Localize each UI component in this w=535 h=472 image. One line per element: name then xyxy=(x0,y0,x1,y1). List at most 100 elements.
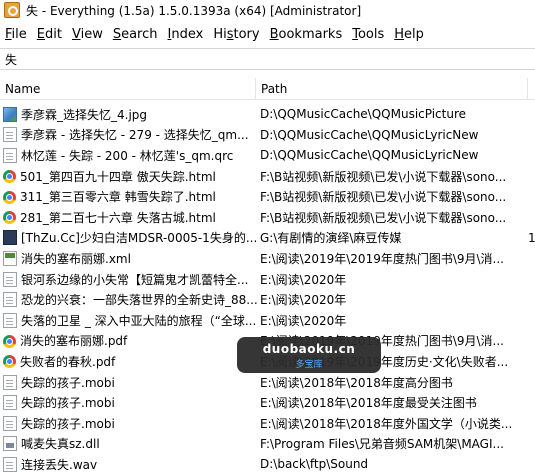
result-name: 501_第四百九十四章 傲天失踪.html xyxy=(20,169,216,184)
result-path: E:\阅读\2020年 xyxy=(260,313,347,328)
result-path: F:\B站视频\新版视频\已发\小说下载器\sono... xyxy=(260,169,507,184)
doc-file-icon xyxy=(3,312,17,328)
menu-index[interactable]: Index xyxy=(163,27,209,42)
column-header-path[interactable]: Path xyxy=(256,78,528,100)
column-header-name-label: Name xyxy=(5,81,41,96)
result-path: E:\阅读\2018年\2018年度高分图书 xyxy=(260,375,453,390)
result-row[interactable]: 林忆莲 - 失踪 - 200 - 林忆莲's_qm.qrc D:\QQMusicC… xyxy=(0,145,535,166)
doc-file-icon xyxy=(3,456,17,472)
menu-help[interactable]: Help xyxy=(389,27,429,42)
doc-file-icon xyxy=(3,127,17,143)
result-name: 281_第二百七十六章 失落古城.html xyxy=(20,210,216,225)
chrome-file-icon xyxy=(3,170,16,184)
result-name: 恐龙的兴衰：一部失落世界的全新史诗_88... xyxy=(21,293,258,308)
menu-view[interactable]: View xyxy=(67,27,108,42)
result-path: F:\B站视频\新版视频\已发\小说下载器\sono... xyxy=(260,190,507,205)
menu-bar: File Edit View Search Index History Bookmarks T… xyxy=(0,23,535,45)
result-name-cell: 失踪的孩子.mobi xyxy=(0,394,258,411)
result-row[interactable]: 连接丢失.wav D:\back\ftp\Sound xyxy=(0,454,535,472)
result-row[interactable]: 281_第二百七十六章 失落古城.html F:\B站视频\新版视频\已发\小说下… xyxy=(0,207,535,228)
result-name: 季彦霖 - 选择失忆 - 279 - 选择失忆_qm... xyxy=(21,128,249,143)
menu-history[interactable]: History xyxy=(208,27,264,42)
result-path: E:\阅读\2018年\2018年度最受关注图书 xyxy=(260,396,477,411)
result-path: F:\Program Files\兄弟音频SAM机架\MAGI... xyxy=(260,437,504,452)
menu-bookmarks[interactable]: Bookmarks xyxy=(265,27,348,42)
result-name-cell: 林忆莲 - 失踪 - 200 - 林忆莲's_qm.qrc xyxy=(0,147,258,164)
result-row[interactable]: 喊麦失真sz.dll F:\Program Files\兄弟音频SAM机架\MAG… xyxy=(0,434,535,455)
result-name-cell: 失败者的春秋.pdf xyxy=(0,353,258,370)
result-name: 消失的塞布丽娜.xml xyxy=(21,251,131,266)
result-row[interactable]: 季彦霖 - 选择失忆 - 279 - 选择失忆_qm... D:\QQMusicC… xyxy=(0,125,535,146)
watermark-sub-text: 多宝库 xyxy=(295,360,323,370)
result-path: D:\back\ftp\Sound xyxy=(260,457,369,472)
result-row[interactable]: 失踪的孩子.mobi E:\阅读\2018年\2018年度外国文学（小说类... xyxy=(0,413,535,434)
menu-tools[interactable]: Tools xyxy=(347,27,389,42)
result-path: G:\有剧情的演绎\麻豆传媒 xyxy=(260,231,402,246)
chrome-file-icon xyxy=(3,190,16,204)
result-name-cell: 喊麦失真sz.dll xyxy=(0,435,258,452)
result-name: 失踪的孩子.mobi xyxy=(21,375,115,390)
result-size-partial: 1 xyxy=(528,230,535,245)
watermark-badge: duobaoku.cn 多宝库 xyxy=(237,337,381,373)
column-header-path-label: Path xyxy=(261,81,288,96)
result-row[interactable]: 311_第三百零六章 韩雪失踪了.html F:\B站视频\新版视频\已发\小说下… xyxy=(0,186,535,207)
result-row[interactable]: [ThZu.Cc]少妇白洁MDSR-0005-1失身的... G:\有剧情的演绎\… xyxy=(0,228,535,249)
result-row[interactable]: 失踪的孩子.mobi E:\阅读\2018年\2018年度最受关注图书 xyxy=(0,392,535,413)
result-name: 311_第三百零六章 韩雪失踪了.html xyxy=(20,190,216,205)
result-name-cell: 消失的塞布丽娜.pdf xyxy=(0,332,258,349)
dll-file-icon xyxy=(3,436,17,452)
result-row[interactable]: 失踪的孩子.mobi E:\阅读\2018年\2018年度高分图书 xyxy=(0,372,535,393)
result-name: 失踪的孩子.mobi xyxy=(21,396,115,411)
result-name-cell: 银河系边缘的小失常【短篇鬼才凯蕾特全... xyxy=(0,271,258,288)
pdf-file-icon xyxy=(3,334,16,348)
menu-edit[interactable]: Edit xyxy=(32,27,67,42)
result-path: F:\B站视频\新版视频\已发\小说下载器\sono... xyxy=(260,210,507,225)
doc-file-icon xyxy=(3,147,17,163)
column-divider[interactable] xyxy=(527,78,528,100)
result-row[interactable]: 失落的卫星 _ 深入中亚大陆的旅程（“全球... E:\阅读\2020年 xyxy=(0,310,535,331)
result-path: D:\QQMusicCache\QQMusicLyricNew xyxy=(260,127,479,142)
result-name: [ThZu.Cc]少妇白洁MDSR-0005-1失身的... xyxy=(21,231,258,246)
result-name: 银河系边缘的小失常【短篇鬼才凯蕾特全... xyxy=(21,272,249,287)
doc-file-icon xyxy=(3,271,17,287)
result-row[interactable]: 501_第四百九十四章 傲天失踪.html F:\B站视频\新版视频\已发\小说下… xyxy=(0,166,535,187)
pdf-file-icon xyxy=(3,355,16,369)
doc-file-icon xyxy=(3,415,17,431)
result-row[interactable]: 银河系边缘的小失常【短篇鬼才凯蕾特全... E:\阅读\2020年 xyxy=(0,269,535,290)
doc-file-icon xyxy=(3,395,17,411)
result-name-cell: 季彦霖_选择失忆_4.jpg xyxy=(0,106,258,123)
result-path: E:\阅读\2018年\2018年度外国文学（小说类... xyxy=(260,416,513,431)
search-bar xyxy=(0,48,535,70)
watermark-main-text: duobaoku.cn xyxy=(262,342,356,356)
title-bar: 失 - Everything (1.5a) 1.5.0.1393a (x64) … xyxy=(0,0,535,20)
result-name: 失落的卫星 _ 深入中亚大陆的旅程（“全球... xyxy=(21,313,257,328)
results-list: 季彦霖_选择失忆_4.jpg D:\QQMusicCache\QQMusicPic… xyxy=(0,104,535,472)
result-name: 季彦霖_选择失忆_4.jpg xyxy=(21,107,148,122)
result-name: 失败者的春秋.pdf xyxy=(20,354,116,369)
result-path: D:\QQMusicCache\QQMusicLyricNew xyxy=(260,148,479,163)
result-name-cell: 季彦霖 - 选择失忆 - 279 - 选择失忆_qm... xyxy=(0,126,258,143)
result-name: 林忆莲 - 失踪 - 200 - 林忆莲's_qm.qrc xyxy=(21,148,234,163)
result-name-cell: [ThZu.Cc]少妇白洁MDSR-0005-1失身的... xyxy=(0,229,258,246)
result-name-cell: 失踪的孩子.mobi xyxy=(0,415,258,432)
search-input[interactable] xyxy=(0,49,535,69)
menu-search[interactable]: Search xyxy=(108,27,163,42)
result-name-cell: 消失的塞布丽娜.xml xyxy=(0,250,258,267)
result-name: 喊麦失真sz.dll xyxy=(21,437,100,452)
menu-file[interactable]: File xyxy=(0,27,32,42)
result-name: 连接丢失.wav xyxy=(21,457,98,472)
video-file-icon xyxy=(3,230,17,246)
result-name-cell: 失落的卫星 _ 深入中亚大陆的旅程（“全球... xyxy=(0,312,258,329)
column-header: Name Path xyxy=(0,78,535,100)
window-title: 失 - Everything (1.5a) 1.5.0.1393a (x64) … xyxy=(26,3,362,18)
column-header-name[interactable]: Name xyxy=(0,78,256,99)
result-row[interactable]: 消失的塞布丽娜.xml E:\阅读\2019年\2019年度热门图书\9月\消..… xyxy=(0,248,535,269)
xml-file-icon xyxy=(3,250,17,266)
result-name-cell: 失踪的孩子.mobi xyxy=(0,374,258,391)
result-path: E:\阅读\2019年\2019年度热门图书\9月\消... xyxy=(260,251,504,266)
result-row[interactable]: 季彦霖_选择失忆_4.jpg D:\QQMusicCache\QQMusicPic… xyxy=(0,104,535,125)
result-path: D:\QQMusicCache\QQMusicPicture xyxy=(260,107,467,122)
result-row[interactable]: 恐龙的兴衰：一部失落世界的全新史诗_88... E:\阅读\2020年 xyxy=(0,289,535,310)
result-name-cell: 311_第三百零六章 韩雪失踪了.html xyxy=(0,188,258,205)
result-name-cell: 恐龙的兴衰：一部失落世界的全新史诗_88... xyxy=(0,291,258,308)
